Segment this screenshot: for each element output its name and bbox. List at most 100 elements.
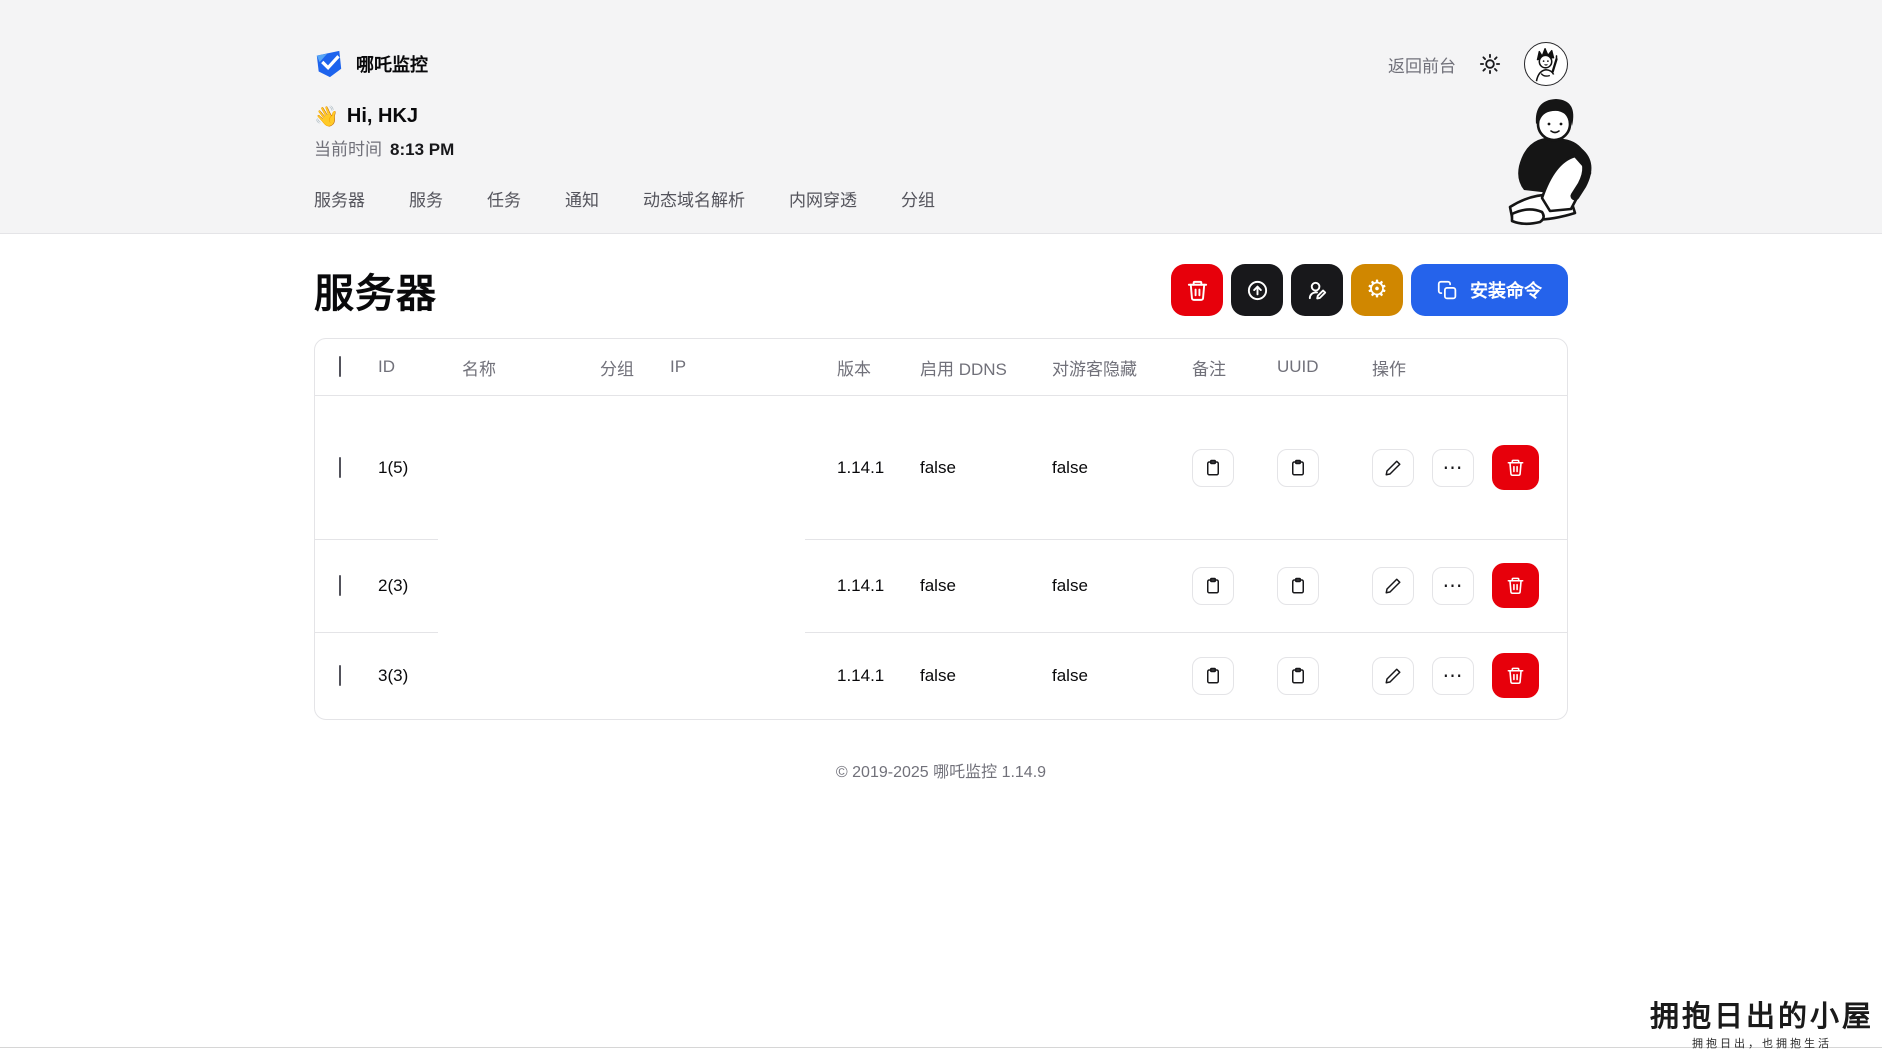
- edit-row-button[interactable]: [1372, 656, 1414, 695]
- wave-emoji-icon: 👋: [314, 106, 339, 128]
- row-hidden: false: [1052, 457, 1088, 477]
- row-ddns: false: [920, 665, 956, 685]
- clipboard-icon: [1207, 577, 1219, 593]
- copy-uuid-button[interactable]: [1277, 566, 1319, 605]
- nav-item-groups[interactable]: 分组: [901, 186, 935, 211]
- current-time: 当前时间 8:13 PM: [314, 135, 1568, 160]
- column-header-name: 名称: [462, 359, 496, 379]
- row-checkbox[interactable]: [339, 664, 341, 686]
- row-hidden: false: [1052, 575, 1088, 595]
- watermark: 拥抱日出的小屋 拥抱日出，也拥抱生活: [1649, 999, 1874, 1051]
- main-content: 服务器 ⚙ 安装命令 ID 名称 分组 IP 版本 启用 DDNS 对游客隐藏 …: [314, 264, 1568, 782]
- row-hidden: false: [1052, 665, 1088, 685]
- table-row: 2(3) 1.14.1 false false ⋯: [315, 539, 1567, 633]
- delete-row-button[interactable]: [1492, 445, 1539, 490]
- ellipsis-icon: ⋯: [1442, 456, 1464, 479]
- row-id: 3(3): [378, 665, 409, 685]
- row-version: 1.14.1: [837, 575, 885, 595]
- nav-item-services[interactable]: 服务: [409, 186, 443, 211]
- clipboard-icon: [1292, 459, 1304, 475]
- table-row: 3(3) 1.14.1 false false ⋯: [315, 632, 1567, 719]
- settings-button[interactable]: ⚙: [1351, 264, 1403, 316]
- clipboard-icon: [1292, 577, 1304, 593]
- header: 哪吒监控 返回前台 👋 Hi, HKJ 当前时间 8:13 PM 服务器 服务 …: [0, 0, 1882, 234]
- servers-table: ID 名称 分组 IP 版本 启用 DDNS 对游客隐藏 备注 UUID 操作 …: [314, 338, 1568, 720]
- nav-item-servers[interactable]: 服务器: [314, 186, 365, 211]
- clipboard-icon: [1292, 667, 1304, 683]
- column-header-group: 分组: [600, 359, 634, 379]
- row-checkbox[interactable]: [339, 456, 341, 478]
- column-header-hidden: 对游客隐藏: [1052, 359, 1137, 379]
- clipboard-icon: [1207, 667, 1219, 683]
- nav-item-nat[interactable]: 内网穿透: [789, 186, 857, 211]
- row-ddns: false: [920, 457, 956, 477]
- brand-name: 哪吒监控: [356, 55, 428, 75]
- select-all-checkbox[interactable]: [339, 356, 341, 377]
- delete-row-button[interactable]: [1492, 563, 1539, 608]
- copy-uuid-button[interactable]: [1277, 656, 1319, 695]
- copyright: © 2019-2025 哪吒监控 1.14.9: [835, 764, 1047, 781]
- theme-toggle-button[interactable]: [1478, 52, 1502, 76]
- app-root: 哪吒监控 返回前台 👋 Hi, HKJ 当前时间 8:13 PM 服务器 服务 …: [0, 0, 1882, 1055]
- copy-icon: [1437, 280, 1457, 299]
- clipboard-icon: [1207, 459, 1219, 475]
- user-edit-button[interactable]: [1291, 264, 1343, 316]
- pencil-icon: [1385, 668, 1401, 683]
- row-version: 1.14.1: [837, 665, 885, 685]
- current-time-value: 8:13 PM: [390, 140, 455, 159]
- bottom-divider: [0, 1047, 1882, 1048]
- watermark-title: 拥抱日出的小屋: [1649, 999, 1874, 1034]
- force-update-button[interactable]: [1231, 264, 1283, 316]
- column-header-ip: IP: [670, 357, 687, 376]
- page-title: 服务器: [314, 272, 437, 316]
- more-actions-button[interactable]: ⋯: [1432, 448, 1474, 487]
- trash-icon: [1187, 280, 1207, 301]
- watermark-subtitle: 拥抱日出，也拥抱生活: [1691, 1037, 1832, 1050]
- trash-icon: [1507, 667, 1524, 685]
- more-actions-button[interactable]: ⋯: [1432, 566, 1474, 605]
- greeting: 👋 Hi, HKJ: [314, 104, 1568, 129]
- trash-icon: [1507, 577, 1524, 595]
- pencil-icon: [1385, 578, 1401, 593]
- nav-item-notifications[interactable]: 通知: [565, 186, 599, 211]
- install-command-label: 安装命令: [1470, 281, 1542, 301]
- nav-item-ddns[interactable]: 动态域名解析: [643, 186, 745, 211]
- copy-uuid-button[interactable]: [1277, 448, 1319, 487]
- copy-note-button[interactable]: [1192, 566, 1234, 605]
- row-id: 2(3): [378, 575, 409, 595]
- row-id: 1(5): [378, 457, 409, 477]
- delete-row-button[interactable]: [1492, 653, 1539, 698]
- edit-row-button[interactable]: [1372, 566, 1414, 605]
- row-version: 1.14.1: [837, 457, 885, 477]
- gear-icon: ⚙: [1366, 276, 1388, 303]
- more-actions-button[interactable]: ⋯: [1432, 656, 1474, 695]
- ellipsis-icon: ⋯: [1442, 664, 1464, 687]
- row-ddns: false: [920, 575, 956, 595]
- nav-item-tasks[interactable]: 任务: [487, 186, 521, 211]
- avatar-illustration: [1525, 43, 1567, 85]
- user-pen-icon: [1308, 281, 1326, 299]
- greeting-text: Hi, HKJ: [346, 105, 419, 127]
- copy-note-button[interactable]: [1192, 448, 1234, 487]
- edit-row-button[interactable]: [1372, 448, 1414, 487]
- copy-note-button[interactable]: [1192, 656, 1234, 695]
- column-header-ddns: 启用 DDNS: [920, 359, 1007, 379]
- brand[interactable]: 哪吒监控: [314, 49, 428, 79]
- user-avatar[interactable]: [1524, 42, 1568, 86]
- main-nav: 服务器 服务 任务 通知 动态域名解析 内网穿透 分组: [314, 186, 1568, 211]
- brand-logo-icon: [316, 50, 342, 78]
- row-checkbox[interactable]: [339, 574, 341, 596]
- trash-icon: [1507, 459, 1524, 477]
- sun-icon: [1479, 53, 1501, 75]
- column-header-uuid: UUID: [1277, 357, 1319, 376]
- install-command-button[interactable]: 安装命令: [1411, 264, 1568, 316]
- column-header-id: ID: [378, 357, 395, 376]
- batch-delete-button[interactable]: [1171, 264, 1223, 316]
- table-header-row: ID 名称 分组 IP 版本 启用 DDNS 对游客隐藏 备注 UUID 操作: [315, 339, 1567, 396]
- table-row: 1(5) 1.14.1 false false ⋯: [315, 396, 1567, 540]
- circle-arrow-up-icon: [1247, 280, 1267, 300]
- ellipsis-icon: ⋯: [1442, 574, 1464, 597]
- pencil-icon: [1385, 460, 1401, 475]
- column-header-version: 版本: [837, 359, 871, 379]
- back-to-frontend-link[interactable]: 返回前台: [1388, 52, 1456, 77]
